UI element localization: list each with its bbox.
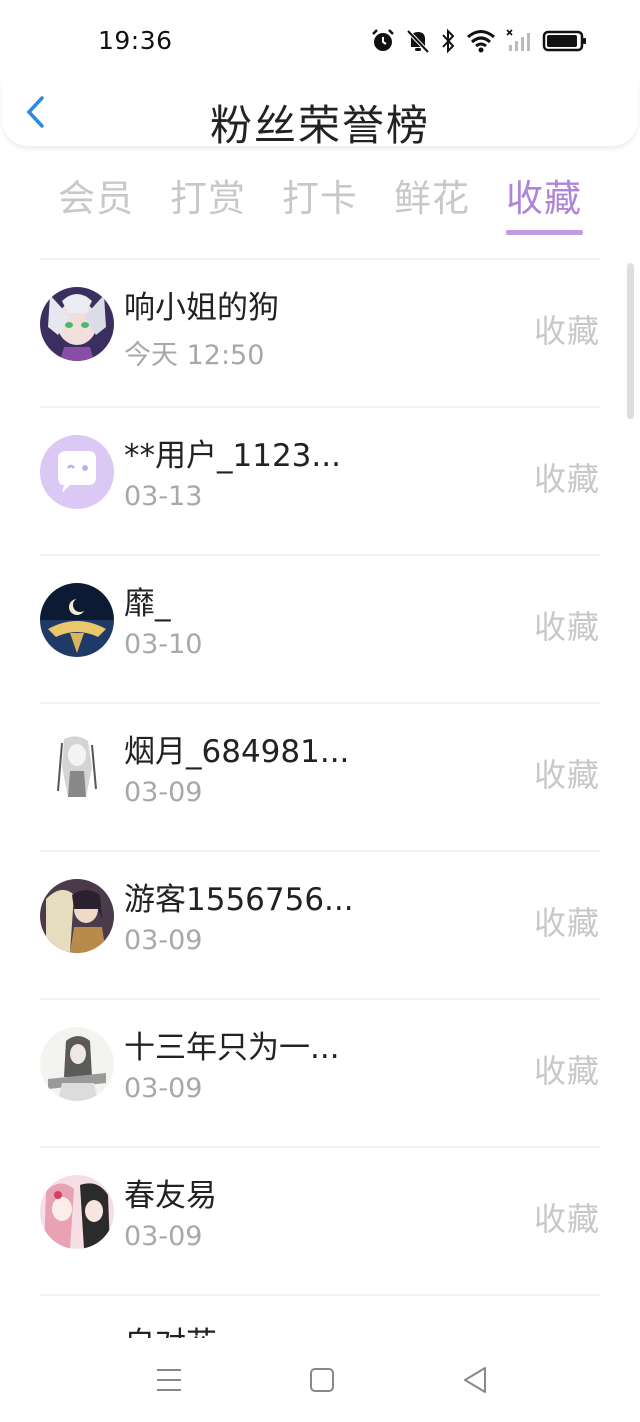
user-date: 今天 12:50 [124,340,265,371]
list-item[interactable]: 烟月_684981... 03-09 收藏 [0,702,640,850]
user-date: 03-09 [124,1221,203,1252]
wifi-icon [466,28,496,54]
scrollbar[interactable] [627,263,634,419]
user-name: 烟月_684981... [124,734,350,770]
header: 粉丝荣誉榜 [2,80,638,150]
user-name: 靡_ [124,586,171,622]
user-name: 十三年只为一... [124,1030,340,1066]
tab-reward[interactable]: 打赏 [152,168,264,222]
list-item[interactable]: 游客1556756... 03-09 收藏 [0,850,640,998]
user-date: 03-09 [124,777,203,808]
fan-honor-page: 19:36 粉丝荣誉榜 会员 打赏 打卡 鲜花 收藏 响小姐的狗 今天 12:5… [0,0,640,1422]
fan-list: 响小姐的狗 今天 12:50 收藏 **用户_1123... 03-13 收藏 [0,258,640,1338]
avatar[interactable] [40,583,114,657]
user-date: 03-09 [124,925,203,956]
back-triangle-icon [464,1367,486,1393]
divider [40,1294,600,1296]
list-item[interactable]: 十三年只为一... 03-09 收藏 [0,998,640,1146]
tab-member[interactable]: 会员 [40,168,152,222]
avatar[interactable] [40,287,114,361]
favorite-label: 收藏 [533,608,600,646]
list-item[interactable]: 靡_ 03-10 收藏 [0,554,640,702]
home-button[interactable] [302,1360,342,1400]
tab-flowers[interactable]: 鲜花 [376,168,488,222]
menu-button[interactable] [149,1360,189,1400]
user-name: **用户_1123... [124,438,341,474]
status-time: 19:36 [98,26,173,55]
avatar[interactable] [40,1323,114,1338]
avatar[interactable] [40,731,114,805]
menu-icon [157,1369,181,1391]
favorite-label: 收藏 [533,312,600,350]
avatar[interactable] [40,435,114,509]
home-square-icon [310,1368,334,1392]
user-date: 03-09 [124,1073,203,1104]
status-bar: 19:36 [0,0,640,80]
battery-icon [542,28,588,54]
favorite-label: 收藏 [533,904,600,942]
divider [40,554,600,556]
avatar[interactable] [40,879,114,953]
divider [40,1146,600,1148]
alarm-icon [370,28,396,54]
favorite-label: 收藏 [533,756,600,794]
system-nav-bar [0,1338,640,1422]
favorite-label: 收藏 [533,460,600,498]
list-item[interactable]: 响小姐的狗 今天 12:50 收藏 [0,258,640,406]
user-name: 游客1556756... [124,882,354,918]
bluetooth-icon [440,28,456,54]
divider [40,702,600,704]
list-item[interactable]: **用户_1123... 03-13 收藏 [0,406,640,554]
avatar[interactable] [40,1175,114,1249]
tab-favorites[interactable]: 收藏 [488,168,600,222]
tab-bar: 会员 打赏 打卡 鲜花 收藏 [40,168,600,238]
favorite-label: 收藏 [533,1052,600,1090]
favorite-label: 收藏 [533,1200,600,1238]
avatar[interactable] [40,1027,114,1101]
mute-icon [406,28,430,54]
active-tab-indicator [506,230,583,235]
cellular-signal-icon [506,28,532,54]
divider [40,258,600,260]
list-item[interactable]: 自对花 [0,1294,640,1338]
divider [40,850,600,852]
back-nav-button[interactable] [455,1360,495,1400]
user-date: 03-10 [124,629,203,660]
divider [40,406,600,408]
user-name: 响小姐的狗 [124,290,279,326]
tab-checkin[interactable]: 打卡 [264,168,376,222]
divider [40,998,600,1000]
user-name: 自对花 [124,1318,217,1338]
status-icons [370,26,588,56]
page-title: 粉丝荣誉榜 [209,101,430,150]
user-name: 春友易 [124,1178,217,1214]
list-item[interactable]: 春友易 03-09 收藏 [0,1146,640,1294]
user-date: 03-13 [124,481,203,512]
